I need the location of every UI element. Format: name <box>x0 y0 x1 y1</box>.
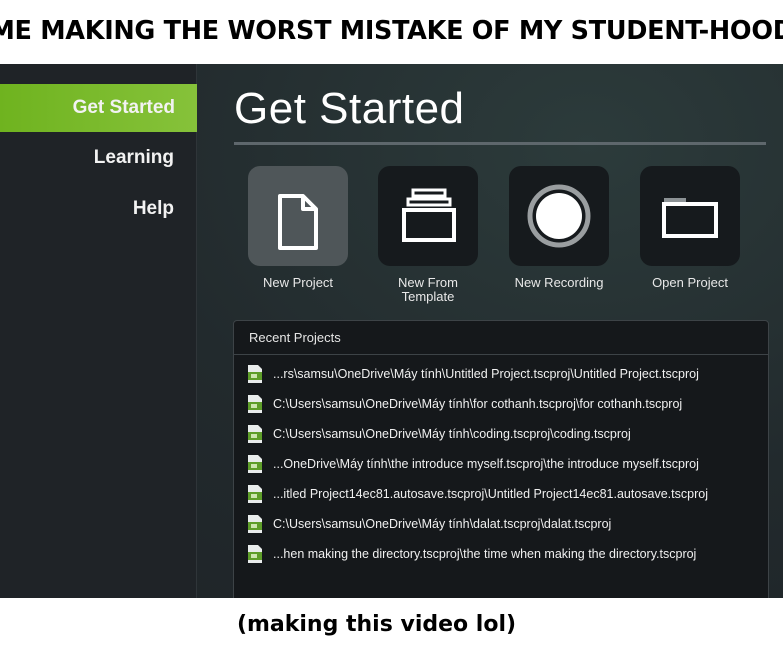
meme-top-caption: ME MAKING THE WORST MISTAKE OF MY STUDEN… <box>0 16 783 46</box>
new-project-button[interactable] <box>248 166 348 266</box>
recent-projects-list: ...rs\samsu\OneDrive\Máy tính\Untitled P… <box>234 359 768 569</box>
recent-project-path: C:\Users\samsu\OneDrive\Máy tính\coding.… <box>273 427 631 441</box>
folder-icon <box>662 198 718 238</box>
recent-project-item[interactable]: C:\Users\samsu\OneDrive\Máy tính\dalat.t… <box>234 509 768 539</box>
recent-project-item[interactable]: ...rs\samsu\OneDrive\Máy tính\Untitled P… <box>234 359 768 389</box>
project-file-icon <box>248 485 262 503</box>
recent-project-item[interactable]: C:\Users\samsu\OneDrive\Máy tính\for cot… <box>234 389 768 419</box>
recent-project-path: ...hen making the directory.tscproj\the … <box>273 547 697 561</box>
open-project-button[interactable] <box>640 166 740 266</box>
recent-project-item[interactable]: ...OneDrive\Máy tính\the introduce mysel… <box>234 449 768 479</box>
sidebar-item-help[interactable]: Help <box>0 185 196 233</box>
template-icon <box>402 188 456 242</box>
project-file-icon <box>248 515 262 533</box>
sidebar: Get Started Learning Help <box>0 64 197 598</box>
title-divider <box>234 142 766 145</box>
project-file-icon <box>248 455 262 473</box>
recent-project-item[interactable]: C:\Users\samsu\OneDrive\Máy tính\coding.… <box>234 419 768 449</box>
new-from-template-button[interactable] <box>378 166 478 266</box>
recent-project-item[interactable]: ...hen making the directory.tscproj\the … <box>234 539 768 569</box>
project-file-icon <box>248 545 262 563</box>
new-recording-label: New Recording <box>514 275 604 290</box>
new-recording-button[interactable] <box>509 166 609 266</box>
sidebar-item-learning[interactable]: Learning <box>0 134 196 182</box>
project-file-icon <box>248 395 262 413</box>
open-project-label: Open Project <box>652 275 728 290</box>
meme-bottom-caption: (making this video lol) <box>236 612 517 637</box>
new-project-label: New Project <box>262 275 334 290</box>
recent-projects-header: Recent Projects <box>234 321 768 355</box>
camtasia-app-window: Get Started Learning Help Get Started Ne… <box>0 64 783 598</box>
project-file-icon <box>248 425 262 443</box>
new-from-template-label: New From Template <box>398 275 458 304</box>
page-title: Get Started <box>234 84 465 133</box>
recent-projects-panel: Recent Projects ...rs\samsu\OneDrive\Máy… <box>233 320 769 598</box>
record-icon <box>527 184 591 248</box>
recent-project-path: ...OneDrive\Máy tính\the introduce mysel… <box>273 457 699 471</box>
document-icon <box>278 194 318 250</box>
recent-project-path: C:\Users\samsu\OneDrive\Máy tính\for cot… <box>273 397 683 411</box>
recent-project-path: ...itled Project14ec81.autosave.tscproj\… <box>273 487 708 501</box>
recent-project-path: ...rs\samsu\OneDrive\Máy tính\Untitled P… <box>273 367 699 381</box>
sidebar-item-get-started[interactable]: Get Started <box>0 84 197 132</box>
recent-project-item[interactable]: ...itled Project14ec81.autosave.tscproj\… <box>234 479 768 509</box>
recent-project-path: C:\Users\samsu\OneDrive\Máy tính\dalat.t… <box>273 517 612 531</box>
project-file-icon <box>248 365 262 383</box>
